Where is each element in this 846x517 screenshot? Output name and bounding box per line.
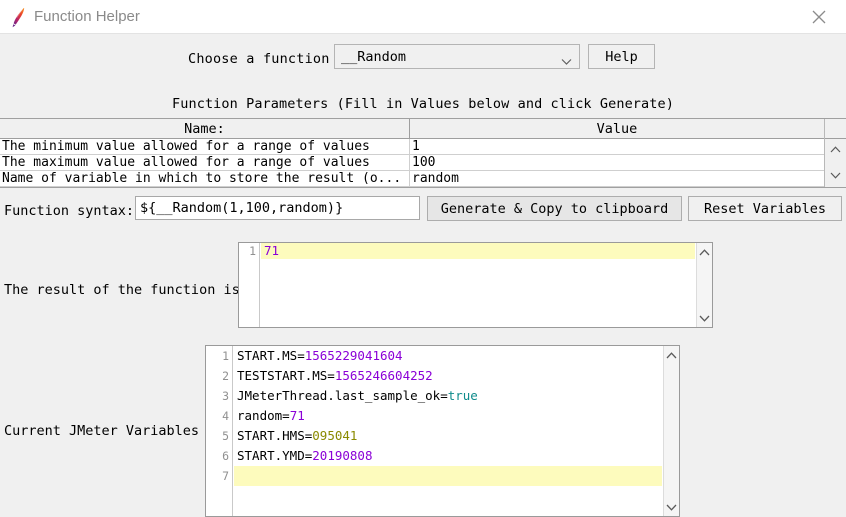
- variable-key: START.YMD=: [237, 448, 313, 463]
- choose-function-row: Choose a function __Random Help: [0, 44, 846, 74]
- function-select-value: __Random: [341, 49, 407, 65]
- line-number: 4: [222, 409, 229, 423]
- table-header-row: Name: Value: [0, 119, 824, 139]
- result-line: 71: [261, 243, 695, 259]
- chevron-down-icon: [561, 53, 572, 65]
- current-jmeter-variables-box[interactable]: 1 2 3 4 5 6 7 START.MS=1565229041604 TES…: [205, 345, 680, 517]
- variable-line: [234, 466, 662, 486]
- line-number: 5: [222, 429, 229, 443]
- variable-key: START.HMS=: [237, 428, 313, 443]
- scroll-down-icon[interactable]: [664, 500, 679, 514]
- window-title: Function Helper: [34, 8, 140, 25]
- param-name-cell: The maximum value allowed for a range of…: [0, 155, 410, 171]
- variable-key: JMeterThread.last_sample_ok=: [237, 388, 448, 403]
- variable-key: random=: [237, 408, 290, 423]
- table-row[interactable]: Name of variable in which to store the r…: [0, 171, 824, 187]
- help-button[interactable]: Help: [588, 44, 655, 69]
- param-name-cell: The minimum value allowed for a range of…: [0, 139, 410, 155]
- scroll-down-icon[interactable]: [697, 311, 712, 325]
- result-line-gutter: 1: [239, 243, 260, 327]
- function-result-box[interactable]: 1 71: [238, 242, 713, 328]
- column-header-name[interactable]: Name:: [0, 119, 410, 139]
- table-row[interactable]: The minimum value allowed for a range of…: [0, 139, 824, 155]
- variable-value: 1565229041604: [304, 348, 403, 363]
- line-number: 6: [222, 449, 229, 463]
- variable-key: TESTSTART.MS=: [237, 368, 335, 383]
- function-select[interactable]: __Random: [334, 44, 580, 69]
- variable-value: true: [447, 388, 478, 403]
- scroll-down-icon[interactable]: [825, 167, 846, 183]
- variable-value: 20190808: [312, 448, 373, 463]
- line-number: 7: [222, 469, 229, 483]
- title-bar: Function Helper: [0, 0, 846, 34]
- param-value-cell[interactable]: 1: [410, 139, 824, 155]
- result-code-area[interactable]: 71: [261, 243, 695, 327]
- variable-value: 1565246604252: [334, 368, 433, 383]
- variables-line-gutter: 1 2 3 4 5 6 7: [206, 346, 233, 516]
- scrollbar-corner: [825, 119, 846, 139]
- result-scrollbar[interactable]: [696, 243, 712, 327]
- param-value-cell[interactable]: random: [410, 171, 824, 187]
- generate-copy-button[interactable]: Generate & Copy to clipboard: [427, 196, 682, 221]
- line-number: 2: [222, 369, 229, 383]
- column-header-value[interactable]: Value: [410, 119, 824, 139]
- function-parameters-table: Name: Value The minimum value allowed fo…: [0, 118, 846, 188]
- variables-code-area[interactable]: START.MS=1565229041604 TESTSTART.MS=1565…: [234, 346, 662, 516]
- variable-value: 71: [289, 408, 305, 423]
- result-value: 71: [264, 243, 280, 258]
- line-number: 1: [249, 244, 256, 258]
- parameters-table-scrollbar[interactable]: [824, 119, 846, 187]
- scroll-up-icon[interactable]: [664, 348, 679, 362]
- function-parameters-title: Function Parameters (Fill in Values belo…: [172, 96, 674, 112]
- param-value-cell[interactable]: 100: [410, 155, 824, 171]
- current-variables-label: Current JMeter Variables: [4, 423, 200, 439]
- variable-line: START.YMD=20190808: [234, 446, 662, 466]
- function-helper-window: Function Helper Choose a function __Rand…: [0, 0, 846, 517]
- variable-line: JMeterThread.last_sample_ok=true: [234, 386, 662, 406]
- close-icon[interactable]: [796, 0, 842, 34]
- line-number: 3: [222, 389, 229, 403]
- variable-key: START.MS=: [237, 348, 305, 363]
- function-syntax-row: Function syntax: ${__Random(1,100,random…: [0, 196, 846, 224]
- variable-line: START.MS=1565229041604: [234, 346, 662, 366]
- table-row[interactable]: The maximum value allowed for a range of…: [0, 155, 824, 171]
- parameters-grid: Name: Value The minimum value allowed fo…: [0, 119, 824, 187]
- variable-value: 095041: [312, 428, 358, 443]
- line-number: 1: [222, 349, 229, 363]
- reset-variables-button[interactable]: Reset Variables: [688, 196, 842, 221]
- variables-scrollbar[interactable]: [663, 346, 679, 516]
- jmeter-feather-icon: [9, 6, 27, 28]
- variable-line: TESTSTART.MS=1565246604252: [234, 366, 662, 386]
- variable-line: START.HMS=095041: [234, 426, 662, 446]
- param-name-cell: Name of variable in which to store the r…: [0, 171, 410, 187]
- choose-function-label: Choose a function: [188, 51, 330, 67]
- function-syntax-label: Function syntax:: [4, 203, 135, 219]
- scroll-up-icon[interactable]: [697, 245, 712, 259]
- function-syntax-input[interactable]: ${__Random(1,100,random)}: [135, 196, 420, 220]
- scroll-up-icon[interactable]: [825, 141, 846, 157]
- result-label: The result of the function is: [4, 282, 240, 298]
- dialog-content: Choose a function __Random Help Function…: [0, 34, 846, 517]
- variable-line: random=71: [234, 406, 662, 426]
